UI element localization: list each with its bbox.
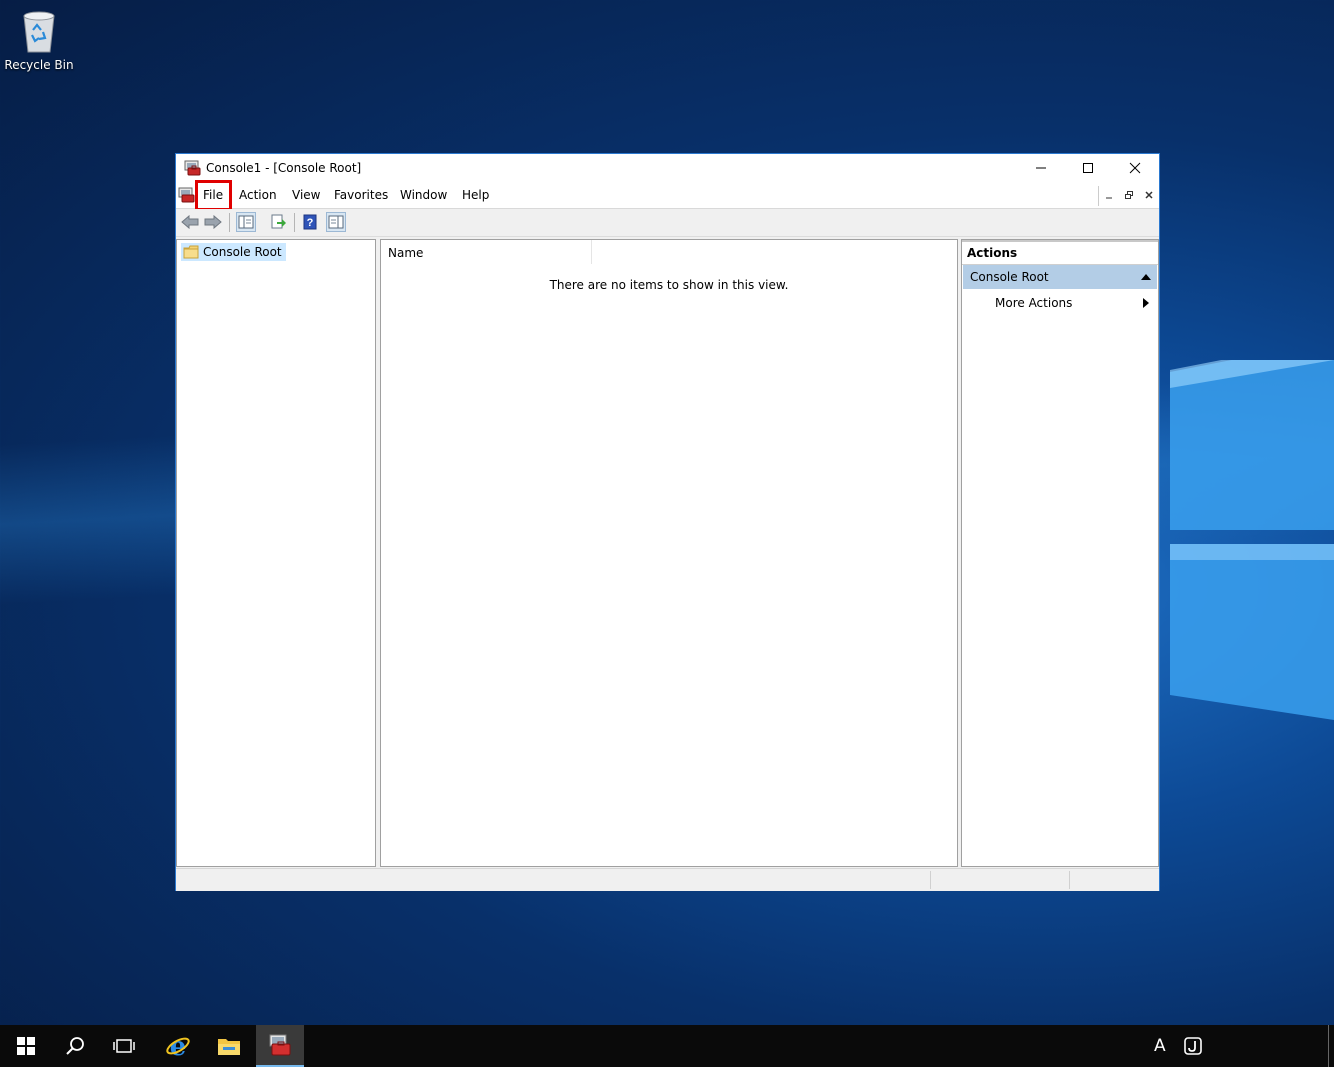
actions-group-console-root[interactable]: Console Root [963, 265, 1157, 289]
menu-bar: File Action View Favorites Window Help [176, 180, 1159, 211]
column-header-name[interactable]: Name [381, 240, 592, 264]
toolbar-separator [229, 213, 230, 232]
maximize-button[interactable] [1065, 154, 1111, 182]
file-explorer-icon [218, 1039, 240, 1055]
show-hide-action-pane-button[interactable] [326, 212, 346, 232]
title-bar[interactable]: Console1 - [Console Root] [176, 154, 1159, 182]
more-actions-label: More Actions [995, 296, 1073, 310]
search-button[interactable] [51, 1025, 99, 1067]
actions-header: Actions [962, 240, 1158, 265]
file-explorer-button[interactable] [205, 1025, 253, 1067]
console-tree-pane[interactable]: Console Root [176, 239, 376, 867]
search-icon [66, 1037, 84, 1055]
show-hide-tree-icon [238, 215, 254, 229]
menu-file[interactable]: File [203, 188, 223, 202]
menu-window[interactable]: Window [400, 188, 447, 202]
tree-item-label: Console Root [203, 245, 282, 259]
child-minimize-button[interactable] [1099, 186, 1119, 204]
taskbar: e A [0, 1025, 1334, 1067]
internet-explorer-icon: e [166, 1033, 190, 1059]
minimize-icon [1036, 167, 1046, 169]
recycle-bin-icon [23, 11, 55, 53]
export-list-icon [271, 214, 286, 229]
show-hide-action-pane-icon [328, 215, 344, 229]
mmc-taskbar-button[interactable] [256, 1025, 304, 1067]
input-language-indicator[interactable]: A [1154, 1036, 1166, 1056]
menu-help[interactable]: Help [462, 188, 489, 202]
menu-favorites[interactable]: Favorites [334, 188, 388, 202]
export-list-button[interactable] [268, 212, 288, 232]
status-bar [176, 868, 1159, 891]
console-client-area: Console Root Name There are no items to … [176, 237, 1159, 868]
toolbar-separator [294, 213, 295, 232]
actions-group-label: Console Root [970, 270, 1049, 284]
empty-list-message: There are no items to show in this view. [549, 278, 789, 292]
document-system-menu-icon[interactable] [178, 187, 195, 203]
desktop-icon-recycle-bin[interactable]: Recycle Bin [4, 8, 74, 72]
mmc-icon [269, 1034, 291, 1056]
status-bar-separator [1069, 871, 1070, 889]
back-arrow-icon [181, 215, 199, 229]
actions-header-label: Actions [967, 246, 1018, 260]
task-view-icon [113, 1039, 135, 1053]
back-button[interactable] [180, 212, 200, 232]
restore-icon [1125, 191, 1133, 199]
submenu-arrow-icon [1143, 298, 1149, 308]
window-title: Console1 - [Console Root] [206, 161, 362, 175]
task-view-button[interactable] [100, 1025, 148, 1067]
svg-text:e: e [170, 1033, 187, 1059]
actions-pane: Actions Console Root More Actions [961, 239, 1159, 867]
show-desktop-button[interactable] [1328, 1025, 1334, 1067]
child-window-controls [1098, 186, 1159, 206]
start-icon [17, 1037, 35, 1055]
help-icon: ? [303, 214, 317, 230]
more-actions-item[interactable]: More Actions [963, 291, 1157, 315]
mmc-window[interactable]: Console1 - [Console Root] File Action Vi… [175, 153, 1160, 891]
svg-text:?: ? [307, 217, 314, 229]
child-close-button[interactable] [1139, 186, 1159, 204]
result-list-pane[interactable]: Name There are no items to show in this … [380, 239, 958, 867]
windows-logo-wallpaper [1170, 360, 1334, 720]
menu-action[interactable]: Action [239, 188, 277, 202]
internet-explorer-button[interactable]: e [154, 1025, 202, 1067]
minimize-button[interactable] [1018, 154, 1064, 182]
help-button[interactable]: ? [300, 212, 320, 232]
status-bar-separator [930, 871, 931, 889]
start-button[interactable] [2, 1025, 50, 1067]
ime-mode-icon[interactable] [1184, 1037, 1202, 1055]
column-header-label: Name [388, 246, 424, 260]
folder-icon [183, 245, 199, 259]
forward-button[interactable] [203, 212, 223, 232]
menu-view[interactable]: View [292, 188, 320, 202]
toolbar: ? [176, 209, 1159, 237]
minimize-icon [1106, 197, 1112, 199]
child-restore-button[interactable] [1119, 186, 1139, 204]
show-hide-tree-button[interactable] [236, 212, 256, 232]
tree-item-console-root[interactable]: Console Root [181, 243, 286, 261]
close-button[interactable] [1112, 154, 1158, 182]
maximize-icon [1083, 163, 1093, 173]
mmc-app-icon[interactable] [184, 160, 201, 176]
collapse-triangle-icon[interactable] [1141, 274, 1151, 280]
forward-arrow-icon [204, 215, 222, 229]
close-icon [1145, 191, 1153, 199]
desktop-icon-label: Recycle Bin [4, 58, 74, 72]
close-icon [1129, 162, 1141, 174]
